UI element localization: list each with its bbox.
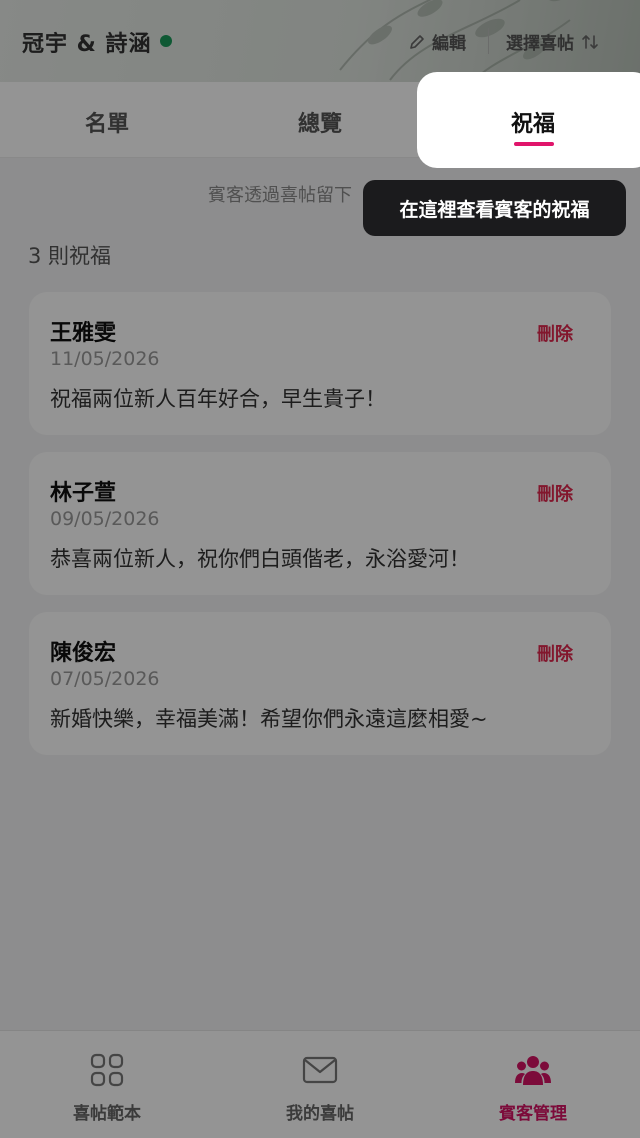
wishes-count: 3 則祝福	[28, 244, 112, 268]
guest-name: 王雅雯	[50, 321, 117, 346]
pencil-icon	[410, 34, 424, 49]
spotlight-tab-indicator	[514, 142, 554, 146]
wish-date: 07/05/2026	[50, 668, 160, 690]
grid-icon	[90, 1053, 124, 1087]
select-card-label: 選擇喜帖	[506, 34, 574, 54]
wish-card: 陳俊宏 07/05/2026 新婚快樂，幸福美滿！希望你們永遠這麼相愛~ 刪除	[29, 612, 611, 755]
guest-name: 林子萱	[50, 481, 117, 506]
online-status-dot	[160, 35, 172, 47]
spotlight-tab-wishes[interactable]: 祝福	[417, 72, 640, 168]
wish-card: 王雅雯 11/05/2026 祝福兩位新人百年好合，早生貴子！ 刪除	[29, 292, 611, 435]
spotlight-tab-label: 祝福	[510, 112, 555, 137]
delete-button[interactable]: 刪除	[537, 320, 573, 346]
page-subtitle: 賓客透過喜帖留下	[208, 185, 352, 206]
wish-date: 11/05/2026	[50, 348, 160, 370]
edit-label: 編輯	[432, 34, 466, 54]
select-card-button[interactable]: 選擇喜帖	[506, 29, 600, 54]
nav-label: 喜帖範本	[73, 1104, 141, 1124]
wish-message: 祝福兩位新人百年好合，早生貴子！	[50, 387, 386, 411]
nav-guest-management[interactable]: 賓客管理	[453, 1031, 613, 1138]
app-header: 冠宇 & 詩涵 編輯 選擇喜帖	[0, 0, 640, 82]
envelope-icon	[302, 1056, 338, 1084]
wish-message: 恭喜兩位新人，祝你們白頭偕老，永浴愛河！	[50, 547, 470, 571]
edit-button[interactable]: 編輯	[408, 29, 466, 54]
swap-arrows-icon	[582, 34, 598, 49]
onboarding-tooltip: 在這裡查看賓客的祝福	[363, 180, 626, 236]
nav-templates[interactable]: 喜帖範本	[27, 1031, 187, 1138]
delete-button[interactable]: 刪除	[537, 640, 573, 666]
wish-message: 新婚快樂，幸福美滿！希望你們永遠這麼相愛~	[50, 707, 488, 731]
nav-label: 我的喜帖	[286, 1104, 354, 1124]
nav-my-cards[interactable]: 我的喜帖	[240, 1031, 400, 1138]
couple-name: 冠宇 & 詩涵	[22, 32, 152, 57]
wish-card: 林子萱 09/05/2026 恭喜兩位新人，祝你們白頭偕老，永浴愛河！ 刪除	[29, 452, 611, 595]
guest-name: 陳俊宏	[50, 641, 117, 666]
bottom-navigation: 喜帖範本 我的喜帖 賓客管理	[0, 1030, 640, 1138]
wish-date: 09/05/2026	[50, 508, 160, 530]
delete-button[interactable]: 刪除	[537, 480, 573, 506]
tab-guest-list[interactable]: 名單	[47, 106, 167, 138]
tab-overview[interactable]: 總覽	[260, 106, 380, 138]
people-icon	[515, 1056, 551, 1085]
header-divider	[488, 28, 489, 54]
nav-label: 賓客管理	[499, 1104, 567, 1124]
